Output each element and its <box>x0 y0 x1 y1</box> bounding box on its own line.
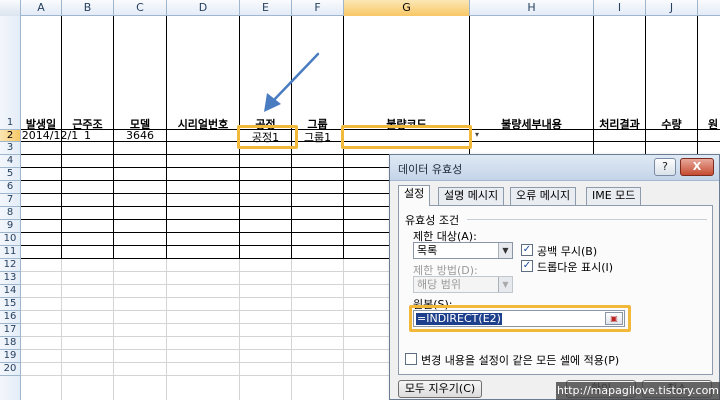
in-cell-dropdown-label: 드롭다운 표시(I) <box>537 261 614 274</box>
cell-b2[interactable]: 1 <box>62 129 113 142</box>
row-header-18[interactable]: 18 <box>0 337 21 350</box>
table-border <box>166 16 167 259</box>
apply-all-checkbox[interactable] <box>405 353 417 365</box>
row-header-15[interactable]: 15 <box>0 298 21 311</box>
chevron-down-icon: ▼ <box>498 277 512 292</box>
row-header-3[interactable]: 3 <box>0 142 21 155</box>
row-header-19[interactable]: 19 <box>0 350 21 363</box>
watermark-url: http://mapagilove.tistory.com <box>556 382 720 400</box>
row-header-17[interactable]: 17 <box>0 324 21 337</box>
column-header-g[interactable]: G <box>344 0 470 16</box>
column-header-f[interactable]: F <box>292 0 344 16</box>
tab-ime-mode[interactable]: IME 모드 <box>586 187 642 205</box>
close-button[interactable]: X <box>680 158 714 176</box>
row-header-8[interactable]: 8 <box>0 207 21 220</box>
in-cell-dropdown-checkbox[interactable]: ✓ <box>521 260 533 272</box>
header-cell-serial[interactable]: 시리얼번호 <box>167 116 239 132</box>
cell-c2[interactable]: 3646 <box>114 129 166 142</box>
select-all-corner[interactable] <box>0 0 21 16</box>
header-cell-extra[interactable]: 원 <box>698 116 720 132</box>
header-cell-defect-detail[interactable]: 불량세부내용 <box>470 116 593 132</box>
tab-settings[interactable]: 설정 <box>398 185 431 206</box>
column-header-a[interactable]: A <box>21 0 62 16</box>
help-button[interactable]: ? <box>654 158 676 176</box>
data-validation-dialog[interactable]: 데이터 유효성 ? X 설정 설명 메시지 오류 메시지 IME 모드 유효성 … <box>389 154 720 400</box>
column-header-c[interactable]: C <box>114 0 167 16</box>
ignore-blank-label: 공백 무시(B) <box>537 245 598 258</box>
highlight-defect-code-cell <box>341 125 472 149</box>
row-header-13[interactable]: 13 <box>0 272 21 285</box>
clear-all-button[interactable]: 모두 지우기(C) <box>398 380 482 398</box>
data-select-value: 해당 범위 <box>417 278 461 291</box>
row-header-2[interactable]: 2 <box>0 130 21 142</box>
row-header-9[interactable]: 9 <box>0 220 21 233</box>
annotation-arrow-icon <box>264 52 320 112</box>
highlight-source-input <box>409 305 631 332</box>
row-header-7[interactable]: 7 <box>0 194 21 207</box>
apply-all-label: 변경 내용을 설정이 같은 모든 셀에 적용(P) <box>421 354 620 367</box>
allow-select[interactable]: 목록 ▼ <box>413 242 513 259</box>
column-header-h[interactable]: H <box>470 0 594 16</box>
ignore-blank-checkbox[interactable]: ✓ <box>521 244 533 256</box>
highlight-process-cell <box>237 125 298 149</box>
tab-input-message[interactable]: 설명 메시지 <box>438 187 505 205</box>
row-header-10[interactable]: 10 <box>0 233 21 246</box>
header-cell-result[interactable]: 처리결과 <box>594 116 645 132</box>
row-header-5[interactable]: 5 <box>0 168 21 181</box>
row-header-16[interactable]: 16 <box>0 311 21 324</box>
data-select[interactable]: 해당 범위 ▼ <box>413 276 513 293</box>
chevron-down-icon: ▼ <box>498 243 512 258</box>
row-header-21[interactable] <box>0 376 21 400</box>
dialog-title: 데이터 유효성 <box>398 163 463 176</box>
cell-f2[interactable]: 그룹1 <box>292 129 343 145</box>
allow-select-value: 목록 <box>417 244 438 257</box>
validation-criteria-heading: 유효성 조건 <box>405 214 460 227</box>
column-header-e[interactable]: E <box>240 0 292 16</box>
dialog-titlebar[interactable]: 데이터 유효성 ? X <box>390 155 719 181</box>
row-header-12[interactable]: 12 <box>0 259 21 272</box>
row-header-4[interactable]: 4 <box>0 155 21 168</box>
column-header-k[interactable] <box>698 0 720 16</box>
column-header-b[interactable]: B <box>62 0 114 16</box>
column-header-d[interactable]: D <box>167 0 240 16</box>
column-header-i[interactable]: I <box>594 0 646 16</box>
section-divider <box>467 219 707 220</box>
row-header-1[interactable]: 1 <box>0 16 21 130</box>
tab-error-alert[interactable]: 오류 메시지 <box>510 187 577 205</box>
row-header-20[interactable]: 20 <box>0 363 21 376</box>
column-header-j[interactable]: J <box>646 0 698 16</box>
settings-panel: 유효성 조건 제한 대상(A): 목록 ▼ ✓ 공백 무시(B) ✓ 드롭다운 … <box>398 205 713 375</box>
header-cell-quantity[interactable]: 수량 <box>646 116 697 132</box>
cell-dropdown-arrow-icon[interactable]: ▾ <box>472 130 482 139</box>
row-header-6[interactable]: 6 <box>0 181 21 194</box>
row-header-11[interactable]: 11 <box>0 246 21 259</box>
row-header-14[interactable]: 14 <box>0 285 21 298</box>
